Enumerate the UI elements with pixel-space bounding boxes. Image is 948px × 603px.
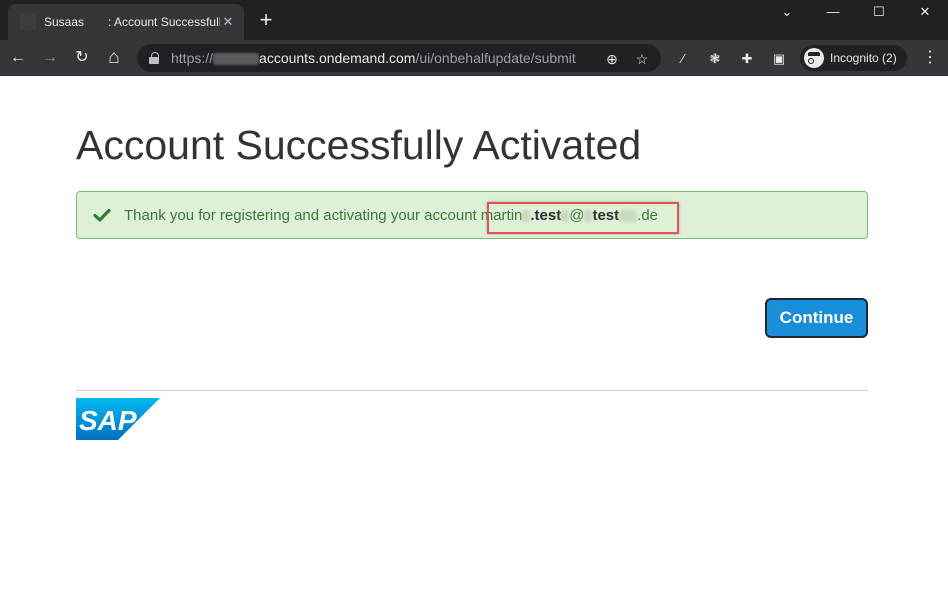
alert-message: Thank you for registering and activating…	[124, 206, 477, 224]
email-redacted-2	[561, 209, 570, 222]
browser-menu-icon[interactable]: ⋮	[920, 46, 940, 70]
email-redacted-1	[522, 209, 531, 222]
sap-logo: SAP	[76, 398, 160, 440]
browser-tab-active[interactable]: Susaas : Account Successfully Activated …	[8, 4, 244, 40]
email-suffix: .de	[637, 206, 659, 224]
close-window-button[interactable]: ✕	[902, 0, 948, 24]
minimize-button[interactable]: —	[810, 0, 856, 24]
email-redacted-4	[619, 209, 638, 222]
tab-title: Susaas : Account Successfully Activated	[44, 15, 220, 29]
home-button[interactable]: ⌂	[102, 46, 126, 70]
back-button[interactable]: ←	[6, 46, 30, 70]
forward-button[interactable]: →	[38, 46, 62, 70]
side-panel-icon[interactable]: ▣	[770, 50, 788, 68]
email-part-3: test	[592, 206, 620, 224]
email-at: @	[569, 206, 585, 224]
extension-icon[interactable]: ⁄	[674, 50, 692, 68]
extension-flower-icon[interactable]: ❃	[706, 50, 724, 68]
tab-favicon-icon	[20, 14, 36, 30]
reload-button[interactable]: ↻	[70, 46, 94, 70]
tab-search-chevron-icon[interactable]: ⌄	[764, 0, 810, 24]
email-part-1: martin	[480, 206, 523, 224]
sap-logo-text: SAP	[79, 405, 137, 436]
url-redacted	[213, 53, 260, 66]
url-host: accounts.ondemand.com	[259, 50, 416, 66]
address-bar[interactable]: https:// accounts.ondemand.com/ui/onbehal…	[137, 44, 661, 72]
continue-button[interactable]: Continue	[765, 298, 868, 338]
page-title: Account Successfully Activated	[76, 122, 642, 168]
url-scheme: https://	[171, 50, 214, 66]
profile-incognito-button[interactable]: Incognito (2)	[800, 45, 907, 71]
url-text: https:// accounts.ondemand.com/ui/onbehal…	[171, 50, 576, 66]
browser-toolbar: ← → ↻ ⌂ https:// accounts.ondemand.com/ui…	[0, 40, 948, 76]
bookmark-star-icon[interactable]: ☆	[633, 50, 651, 68]
check-icon	[93, 208, 111, 222]
url-path: /ui/onbehalfupdate/submit	[415, 50, 576, 66]
lock-icon	[149, 52, 159, 64]
email-part-2: .test	[530, 206, 562, 224]
incognito-label: Incognito (2)	[830, 51, 897, 65]
new-tab-button[interactable]: +	[254, 8, 278, 32]
incognito-icon	[804, 48, 824, 68]
zoom-icon[interactable]: ⊕	[603, 50, 621, 68]
account-email: martin .test @ test .de	[481, 207, 658, 224]
email-redacted-3	[584, 209, 593, 222]
extensions-puzzle-icon[interactable]: ✚	[738, 50, 756, 68]
footer-divider	[76, 390, 868, 391]
success-alert: Thank you for registering and activating…	[76, 191, 868, 239]
maximize-button[interactable]: ☐	[856, 0, 902, 24]
tab-close-icon[interactable]: ✕	[220, 14, 236, 30]
browser-tab-bar: Susaas : Account Successfully Activated …	[0, 0, 948, 40]
